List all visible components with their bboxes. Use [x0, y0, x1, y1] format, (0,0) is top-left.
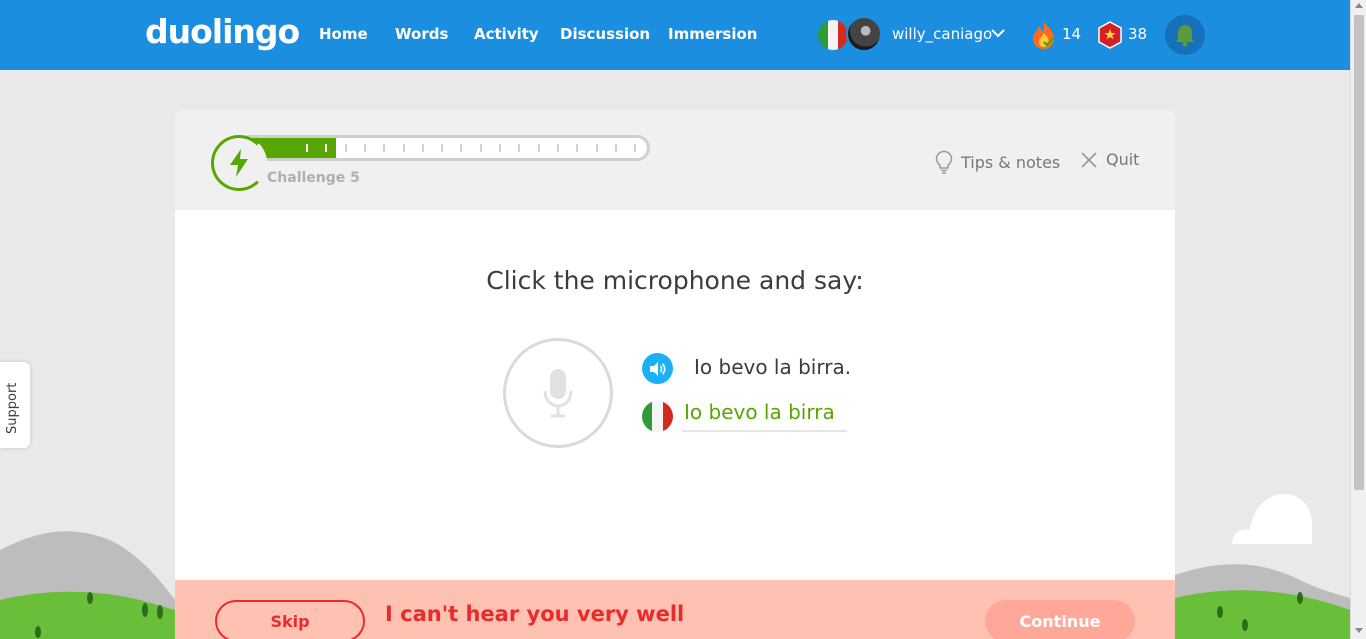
- lightbulb-icon: [935, 150, 953, 174]
- lesson-progress-bar: [235, 135, 650, 161]
- progress-tick: [441, 144, 443, 152]
- page-scrollbar[interactable]: [1350, 0, 1366, 639]
- scroll-down-arrow-icon[interactable]: [1355, 628, 1363, 633]
- spoken-answer: Io bevo la birra: [682, 400, 847, 432]
- progress-tick: [403, 144, 405, 152]
- challenge-prompt: Click the microphone and say:: [486, 266, 864, 295]
- challenge-badge: [211, 135, 267, 191]
- gem-icon[interactable]: [1098, 21, 1122, 49]
- avatar[interactable]: [846, 16, 882, 52]
- speaker-icon: [649, 361, 666, 376]
- continue-button[interactable]: Continue: [985, 600, 1135, 639]
- top-nav: duolingo Home Words Activity Discussion …: [0, 0, 1350, 70]
- progress-tick: [306, 144, 308, 152]
- streak-flame-icon[interactable]: [1030, 20, 1058, 50]
- progress-tick: [576, 144, 578, 152]
- italian-flag-icon: [642, 401, 673, 432]
- notifications-button[interactable]: [1165, 15, 1205, 55]
- quit-button[interactable]: Quit: [1080, 150, 1139, 169]
- tips-notes-label: Tips & notes: [961, 152, 1061, 172]
- microphone-icon: [543, 369, 573, 418]
- progress-tick: [634, 144, 636, 152]
- progress-tick: [518, 144, 520, 152]
- close-icon: [1081, 151, 1097, 168]
- progress-tick: [383, 144, 385, 152]
- lightning-bolt-icon: [230, 149, 248, 177]
- progress-tick: [499, 144, 501, 152]
- progress-tick: [615, 144, 617, 152]
- feedback-footer: Skip I can't hear you very well Continue: [175, 580, 1175, 639]
- challenge-label: Challenge 5: [267, 170, 360, 186]
- italian-flag-icon[interactable]: [818, 20, 848, 50]
- progress-tick: [596, 144, 598, 152]
- lesson-header: Challenge 5 Tips & notes Quit: [175, 110, 1175, 210]
- support-label: Support: [5, 382, 20, 434]
- chevron-down-icon[interactable]: [990, 27, 1006, 39]
- progress-tick: [364, 144, 366, 152]
- support-tab[interactable]: Support: [0, 362, 30, 448]
- duolingo-logo[interactable]: duolingo: [145, 12, 300, 51]
- progress-tick: [345, 144, 347, 152]
- bell-icon: [1176, 25, 1194, 47]
- nav-words[interactable]: Words: [395, 25, 448, 43]
- skip-button[interactable]: Skip: [215, 600, 365, 639]
- cloud-illustration: [1232, 494, 1312, 544]
- target-phrase: Io bevo la birra.: [694, 355, 852, 379]
- nav-home[interactable]: Home: [319, 25, 368, 43]
- scroll-up-arrow-icon[interactable]: [1355, 3, 1363, 8]
- lesson-card: Challenge 5 Tips & notes Quit Click the …: [175, 110, 1175, 639]
- progress-tick: [557, 144, 559, 152]
- progress-tick: [480, 144, 482, 152]
- progress-tick: [460, 144, 462, 152]
- progress-tick: [538, 144, 540, 152]
- progress-tick: [422, 144, 424, 152]
- progress-tick: [325, 144, 327, 152]
- gem-count: 38: [1128, 25, 1148, 43]
- microphone-button[interactable]: [503, 338, 613, 448]
- play-audio-button[interactable]: [642, 353, 673, 384]
- tips-notes-button[interactable]: Tips & notes: [935, 150, 1060, 174]
- streak-count: 14: [1062, 25, 1082, 43]
- nav-discussion[interactable]: Discussion: [560, 25, 650, 43]
- scroll-thumb[interactable]: [1354, 15, 1364, 490]
- username[interactable]: willy_caniago: [892, 25, 992, 43]
- feedback-message: I can't hear you very well: [385, 602, 685, 626]
- nav-activity[interactable]: Activity: [474, 25, 539, 43]
- nav-immersion[interactable]: Immersion: [668, 25, 757, 43]
- quit-label: Quit: [1106, 150, 1140, 169]
